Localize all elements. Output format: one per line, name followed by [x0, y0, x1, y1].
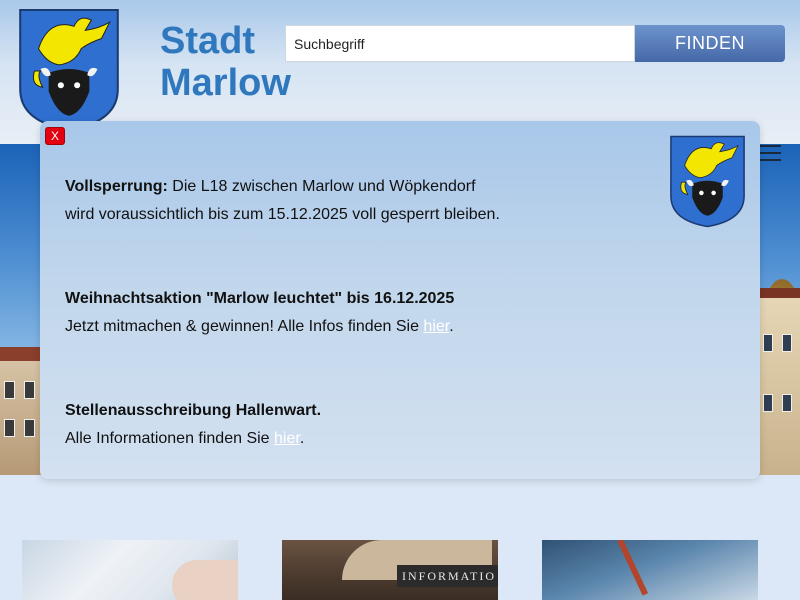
coat-of-arms-icon: [670, 135, 745, 228]
search-button[interactable]: FINDEN: [635, 25, 785, 62]
notice-line: Vollsperrung: Die L18 zwischen Marlow un…: [65, 173, 500, 201]
notice-christmas-campaign: Weihnachtsaktion "Marlow leuchtet" bis 1…: [65, 285, 454, 341]
notice-link[interactable]: hier: [274, 430, 300, 447]
close-button[interactable]: X: [45, 127, 65, 145]
notice-text: wird voraussichtlich bis zum 15.12.2025 …: [65, 206, 500, 223]
hero-house-left: [0, 347, 44, 475]
notice-job-posting: Stellenausschreibung Hallenwart. Alle In…: [65, 397, 321, 453]
pen-image: [617, 540, 649, 596]
hand-image: [172, 560, 238, 600]
notice-period: .: [449, 318, 454, 335]
hamburger-menu-icon[interactable]: [760, 145, 781, 163]
notice-heading: Vollsperrung:: [65, 178, 168, 195]
card-hand-typing[interactable]: [22, 540, 238, 600]
site-title-line1: Stadt: [160, 20, 255, 62]
card-pen-writing[interactable]: [542, 540, 758, 600]
notice-line: Jetzt mitmachen & gewinnen! Alle Infos f…: [65, 313, 454, 341]
notice-text: Alle Informationen finden Sie: [65, 430, 275, 447]
notice-modal: X Vollsperrung: Die L18 zwischen Marlow …: [40, 121, 760, 479]
notice-heading: Stellenausschreibung Hallenwart.: [65, 402, 322, 419]
hero-house-right: [758, 288, 800, 475]
notice-heading: Weihnachtsaktion "Marlow leuchtet" bis 1…: [65, 290, 455, 307]
notice-period: .: [299, 430, 305, 447]
notice-line: Alle Informationen finden Sie hier.: [65, 425, 321, 453]
notice-road-closure: Vollsperrung: Die L18 zwischen Marlow un…: [65, 173, 500, 229]
search-input[interactable]: [285, 25, 635, 62]
coat-of-arms-icon[interactable]: [18, 8, 120, 132]
information-sign: INFORMATIO: [397, 565, 498, 587]
site-title-line2: Marlow: [160, 62, 291, 104]
notice-text: Die L18 zwischen Marlow und Wöpkendorf: [167, 178, 476, 195]
notice-link[interactable]: hier: [423, 318, 449, 335]
notice-text: Jetzt mitmachen & gewinnen! Alle Infos f…: [65, 318, 424, 335]
site-title[interactable]: Stadt Marlow: [160, 18, 291, 106]
card-information[interactable]: INFORMATIO: [282, 540, 498, 600]
